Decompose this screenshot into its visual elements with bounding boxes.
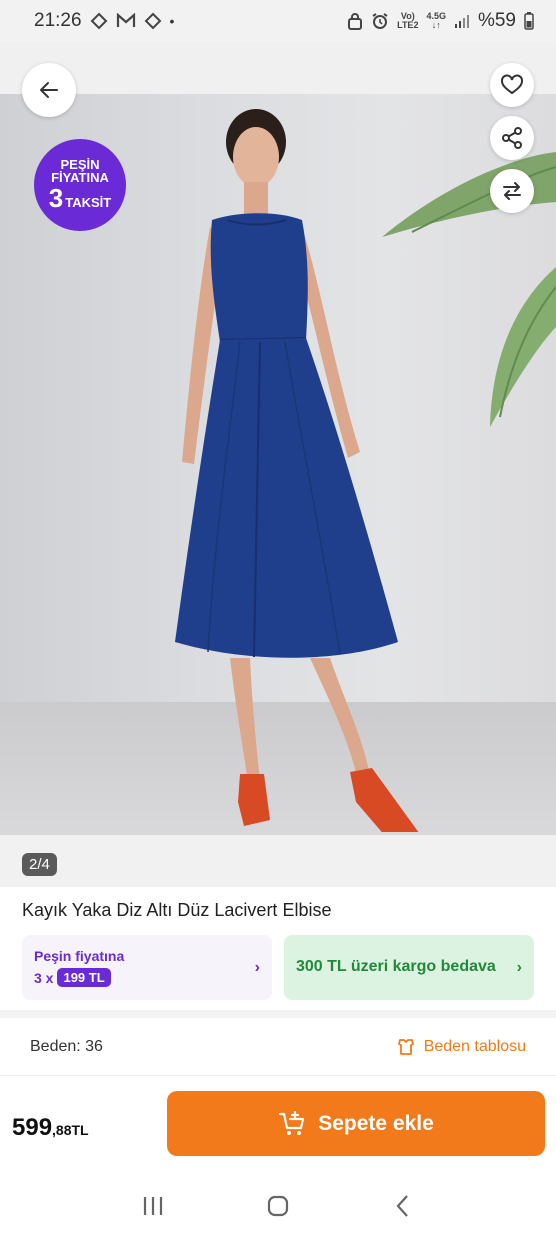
status-more-dot: • <box>169 13 175 29</box>
chevron-right-icon-2: › <box>516 958 522 976</box>
status-time: 21:26 <box>34 10 82 31</box>
section-divider <box>0 1010 556 1018</box>
signal-icon <box>454 13 470 29</box>
volte-indicator: Vo) LTE2 <box>397 11 419 30</box>
installment-label: Peşin fiyatına <box>34 948 125 964</box>
size-chart-link[interactable]: Beden tablosu <box>396 1037 526 1057</box>
chevron-right-icon: › <box>254 958 260 976</box>
back-button[interactable] <box>22 63 76 117</box>
swap-arrows-icon <box>503 182 521 200</box>
system-navigation-bar <box>0 1176 556 1235</box>
battery-icon <box>524 12 534 30</box>
notification-diamond-icon-2 <box>144 12 162 30</box>
image-page-indicator: 2/4 <box>22 853 57 876</box>
add-to-cart-button[interactable]: Sepete ekle <box>167 1091 545 1156</box>
cart-plus-icon <box>279 1110 305 1135</box>
installment-promo-badge: PEŞİN FİYATINA 3 TAKSİT <box>34 139 126 231</box>
home-button[interactable] <box>258 1186 298 1226</box>
chevron-left-icon <box>396 1194 409 1217</box>
lock-notification-icon <box>347 12 363 30</box>
free-shipping-text: 300 TL üzeri kargo bedava <box>296 958 496 976</box>
free-shipping-card[interactable]: 300 TL üzeri kargo bedava › <box>284 935 534 1000</box>
installment-count: 3 x <box>34 969 54 986</box>
recent-apps-icon <box>143 1196 162 1215</box>
status-bar: 21:26 • Vo) LTE2 4.5G ↓↑ %59 <box>0 0 556 42</box>
size-chart-icon <box>397 1038 414 1055</box>
compare-button[interactable] <box>490 169 534 213</box>
recent-apps-button[interactable] <box>133 1186 173 1226</box>
add-to-favorites-button[interactable] <box>490 63 534 107</box>
product-price: 599 ,88TL <box>12 1114 89 1141</box>
heart-icon <box>501 74 523 95</box>
notification-diamond-icon <box>90 12 108 30</box>
arrow-left-icon <box>40 82 58 98</box>
purchase-bar: 599 ,88TL Sepete ekle <box>0 1076 556 1176</box>
alarm-icon <box>371 12 389 30</box>
battery-percentage: %59 <box>477 10 516 31</box>
product-photo-model <box>175 109 419 832</box>
home-icon <box>267 1195 289 1216</box>
size-selector-row[interactable]: Beden: 36 Beden tablosu <box>0 1018 556 1076</box>
share-button[interactable] <box>490 116 534 160</box>
selected-size: Beden: 36 <box>30 1037 103 1055</box>
system-back-button[interactable] <box>383 1186 423 1226</box>
gmail-icon <box>116 13 136 29</box>
installment-amount-badge: 199 TL <box>57 968 111 987</box>
installment-info-card[interactable]: Peşin fiyatına 3 x 199 TL › <box>22 935 272 1000</box>
network-gen-indicator: 4.5G ↓↑ <box>426 11 446 30</box>
product-title: Kayık Yaka Diz Altı Düz Lacivert Elbise <box>22 900 332 920</box>
product-image-gallery[interactable]: PEŞİN FİYATINA 3 TAKSİT 2/4 <box>0 42 556 887</box>
share-icon <box>502 127 522 149</box>
